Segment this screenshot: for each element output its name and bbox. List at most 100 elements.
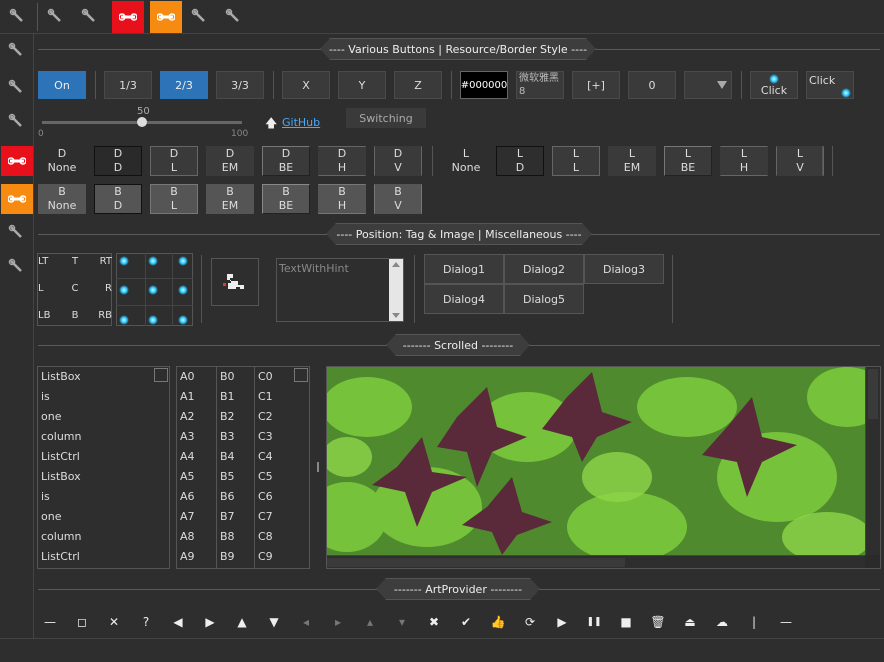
arrow-up-icon[interactable]: ▲ <box>234 614 250 630</box>
list-cell[interactable]: C4 <box>255 447 293 467</box>
l-style-button-6[interactable]: LV <box>776 146 824 176</box>
z-button[interactable]: Z <box>394 71 442 99</box>
listctrl[interactable]: A0 A1 A2 A3 A4 A5 A6 A7 A8 A9 B0 B1 B2 B3 B4 B5 B6 B7 B8 B… <box>176 366 310 569</box>
dialog-button-1[interactable]: Dialog1 <box>424 254 504 284</box>
list-item[interactable]: column <box>38 427 169 447</box>
play-icon[interactable]: ▶ <box>554 614 570 630</box>
l-style-button-3[interactable]: L EM <box>608 146 656 176</box>
list-cell[interactable]: C7 <box>255 507 293 527</box>
list-cell[interactable]: B0 <box>217 367 255 387</box>
b-style-button-3[interactable]: B EM <box>206 184 254 214</box>
two-thirds-button[interactable]: 2/3 <box>160 71 208 99</box>
snake-image-button[interactable] <box>211 258 259 306</box>
arrow-down-icon[interactable]: ▼ <box>266 614 282 630</box>
list-item[interactable]: one <box>38 507 169 527</box>
list-item[interactable]: is <box>38 387 169 407</box>
go-forward-icon[interactable]: ▸ <box>330 614 346 630</box>
list-cell[interactable]: B8 <box>217 527 255 547</box>
wrench-active-icon[interactable] <box>1 184 33 214</box>
list-cell[interactable]: A2 <box>177 407 215 427</box>
list-item[interactable]: ListCtrl <box>38 547 169 567</box>
wrench-active-icon[interactable] <box>112 1 144 33</box>
wrench-icon[interactable] <box>1 218 33 248</box>
square-icon[interactable]: ◻ <box>74 614 90 630</box>
l-style-button-5[interactable]: LH <box>720 146 768 176</box>
b-style-button-0[interactable]: B None <box>38 184 86 214</box>
list-cell[interactable]: C6 <box>255 487 293 507</box>
b-style-button-1[interactable]: BD <box>94 184 142 214</box>
github-link[interactable]: GitHub <box>282 116 320 129</box>
list-item[interactable]: is <box>38 487 169 507</box>
list-cell[interactable]: A9 <box>177 547 215 567</box>
b-style-button-2[interactable]: BL <box>150 184 198 214</box>
horizontal-scrollbar[interactable] <box>327 555 865 568</box>
list-item[interactable]: column <box>38 527 169 547</box>
on-button[interactable]: On <box>38 71 86 99</box>
font-picker-button[interactable]: 微软雅黑 8 <box>516 71 564 99</box>
l-style-button-0[interactable]: L None <box>442 146 490 176</box>
cloud-icon[interactable]: ☁ <box>714 614 730 630</box>
click-button-2[interactable]: Click <box>806 71 854 99</box>
stop-icon[interactable]: ■ <box>618 614 634 630</box>
dialog-button-4[interactable]: Dialog4 <box>424 284 504 314</box>
pause-icon[interactable]: ❚❚ <box>586 614 602 630</box>
text-with-hint-field[interactable]: TextWithHint <box>276 258 404 322</box>
b-style-button-5[interactable]: BH <box>318 184 366 214</box>
l-style-button-2[interactable]: LL <box>552 146 600 176</box>
d-style-button-1[interactable]: DD <box>94 146 142 176</box>
go-back-icon[interactable]: ◂ <box>298 614 314 630</box>
wrench-active-icon[interactable] <box>1 146 33 176</box>
list-cell[interactable]: B3 <box>217 427 255 447</box>
list-item[interactable]: ListBox <box>38 367 169 387</box>
d-style-button-3[interactable]: D EM <box>206 146 254 176</box>
list-cell[interactable]: B7 <box>217 507 255 527</box>
slider-thumb[interactable] <box>137 117 147 127</box>
d-style-button-0[interactable]: D None <box>38 146 86 176</box>
spin-button[interactable]: 0 <box>628 71 676 99</box>
switching-button[interactable]: Switching <box>346 108 426 128</box>
list-cell[interactable]: B9 <box>217 547 255 567</box>
wrench-icon[interactable] <box>2 1 34 33</box>
minus-icon[interactable]: — <box>42 614 58 630</box>
list-item[interactable]: one <box>38 407 169 427</box>
list-cell[interactable]: A6 <box>177 487 215 507</box>
arrow-left-icon[interactable]: ◀ <box>170 614 186 630</box>
list-cell[interactable]: C5 <box>255 467 293 487</box>
list-cell[interactable]: C0 <box>255 367 293 387</box>
l-style-button-1[interactable]: LD <box>496 146 544 176</box>
list-cell[interactable]: A8 <box>177 527 215 547</box>
y-button[interactable]: Y <box>338 71 386 99</box>
splitter-handle[interactable] <box>317 462 319 472</box>
list-cell[interactable]: B5 <box>217 467 255 487</box>
cross-icon[interactable]: ✖ <box>426 614 442 630</box>
list-cell[interactable]: B1 <box>217 387 255 407</box>
expand-button[interactable]: [+] <box>572 71 620 99</box>
listbox[interactable]: ListBox is one column ListCtrl ListBox is one co… <box>37 366 170 569</box>
wrench-icon[interactable] <box>218 1 250 33</box>
vertical-scrollbar[interactable] <box>865 367 880 555</box>
list-cell[interactable]: B6 <box>217 487 255 507</box>
help-icon[interactable]: ? <box>138 614 154 630</box>
dialog-button-2[interactable]: Dialog2 <box>504 254 584 284</box>
list-cell[interactable]: A0 <box>177 367 215 387</box>
d-style-button-2[interactable]: DL <box>150 146 198 176</box>
wrench-icon[interactable] <box>1 73 33 103</box>
x-button[interactable]: X <box>282 71 330 99</box>
three-thirds-button[interactable]: 3/3 <box>216 71 264 99</box>
thumbs-up-icon[interactable]: 👍 <box>490 614 506 630</box>
list-cell[interactable]: A4 <box>177 447 215 467</box>
d-style-button-4[interactable]: D BE <box>262 146 310 176</box>
click-button[interactable]: Click <box>750 71 798 99</box>
color-picker-button[interactable]: #000000 <box>460 71 508 99</box>
b-style-button-4[interactable]: B BE <box>262 184 310 214</box>
arrow-right-icon[interactable]: ▶ <box>202 614 218 630</box>
one-third-button[interactable]: 1/3 <box>104 71 152 99</box>
dialog-button-5[interactable]: Dialog5 <box>504 284 584 314</box>
image-scroll-panel[interactable] <box>326 366 881 569</box>
list-item[interactable]: ListBox <box>38 467 169 487</box>
list-cell[interactable]: A3 <box>177 427 215 447</box>
list-cell[interactable]: A7 <box>177 507 215 527</box>
go-down-icon[interactable]: ▾ <box>394 614 410 630</box>
trash-icon[interactable]: 🗑 <box>650 614 666 630</box>
b-style-button-6[interactable]: BV <box>374 184 422 214</box>
